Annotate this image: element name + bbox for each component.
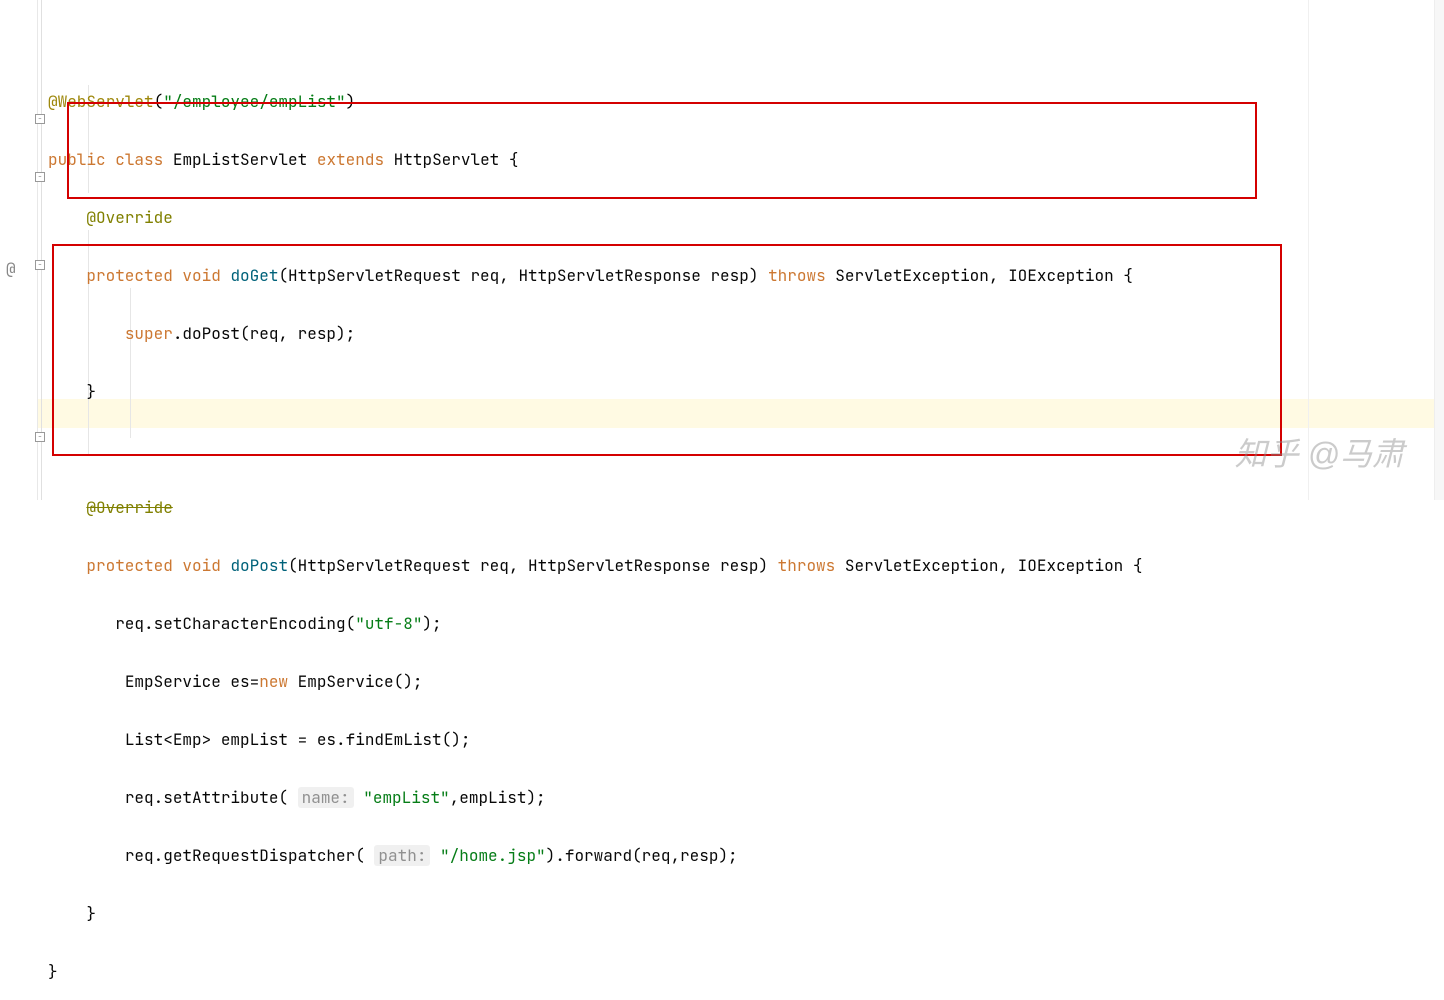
code-line: [48, 29, 1444, 58]
setattr-call: req.setAttribute(: [125, 787, 298, 808]
exceptions: ServletException, IOException {: [826, 265, 1133, 286]
code-line: protected void doGet(HttpServletRequest …: [48, 261, 1444, 290]
param-hint-path: path:: [374, 845, 430, 866]
method-params: (HttpServletRequest req, HttpServletResp…: [278, 265, 768, 286]
exceptions: ServletException, IOException {: [835, 555, 1142, 576]
code-line: req.getRequestDispatcher( path: "/home.j…: [48, 841, 1444, 870]
annotation-webservlet: @WebServlet: [48, 91, 154, 112]
string-literal: "/home.jsp": [440, 845, 546, 866]
code-line: super.doPost(req, resp);: [48, 319, 1444, 348]
code-line: @Override: [48, 493, 1444, 522]
param-hint-name: name:: [298, 787, 354, 808]
keyword-throws: throws: [768, 265, 826, 286]
super-call: .doPost(req, resp);: [173, 323, 355, 344]
code-line: List<Emp> empList = es.findEmList();: [48, 725, 1444, 754]
fold-icon[interactable]: −: [35, 432, 45, 442]
keyword-new: new: [259, 671, 288, 692]
fold-icon[interactable]: −: [35, 260, 45, 270]
gutter-fold-strip: [28, 0, 42, 500]
code-line: EmpService es=new EmpService();: [48, 667, 1444, 696]
constructor-call: EmpService();: [288, 671, 422, 692]
code-editor-area[interactable]: @WebServlet("/employee/empList") public …: [48, 0, 1444, 1000]
keyword-class: class: [115, 149, 163, 170]
method-doget: doGet: [230, 265, 278, 286]
annotation-override: @Override: [86, 207, 172, 228]
code-line: req.setCharacterEncoding("utf-8");: [48, 609, 1444, 638]
set-encoding-call: req.setCharacterEncoding(: [115, 613, 355, 634]
keyword-void: void: [182, 555, 220, 576]
keyword-void: void: [182, 265, 220, 286]
fold-icon[interactable]: −: [35, 114, 45, 124]
string-literal: "/employee/empList": [163, 91, 345, 112]
fold-icon[interactable]: −: [35, 172, 45, 182]
class-name: EmpListServlet: [173, 149, 307, 170]
code-line: req.setAttribute( name: "empList",empLis…: [48, 783, 1444, 812]
code-line: @WebServlet("/employee/empList"): [48, 87, 1444, 116]
dispatcher-call: req.getRequestDispatcher(: [125, 845, 375, 866]
code-line: }: [48, 957, 1444, 986]
code-line: protected void doPost(HttpServletRequest…: [48, 551, 1444, 580]
keyword-protected: protected: [86, 555, 172, 576]
code-line: }: [48, 899, 1444, 928]
string-literal: "empList": [363, 787, 449, 808]
method-dopost: doPost: [230, 555, 288, 576]
keyword-protected: protected: [86, 265, 172, 286]
method-params: (HttpServletRequest req, HttpServletResp…: [288, 555, 778, 576]
code-line: [48, 435, 1444, 464]
keyword-super: super: [125, 323, 173, 344]
code-line: }: [48, 377, 1444, 406]
keyword-throws: throws: [778, 555, 836, 576]
list-decl: List<Emp> empList = es.findEmList();: [125, 729, 471, 750]
parent-class: HttpServlet: [394, 149, 500, 170]
code-line: @Override: [48, 203, 1444, 232]
keyword-extends: extends: [317, 149, 384, 170]
gutter-annotation-icon[interactable]: @: [6, 258, 16, 279]
annotation-override: @Override: [86, 497, 172, 518]
var-decl: EmpService es=: [125, 671, 259, 692]
code-line: public class EmpListServlet extends Http…: [48, 145, 1444, 174]
string-literal: "utf-8": [355, 613, 422, 634]
keyword-public: public: [48, 149, 106, 170]
